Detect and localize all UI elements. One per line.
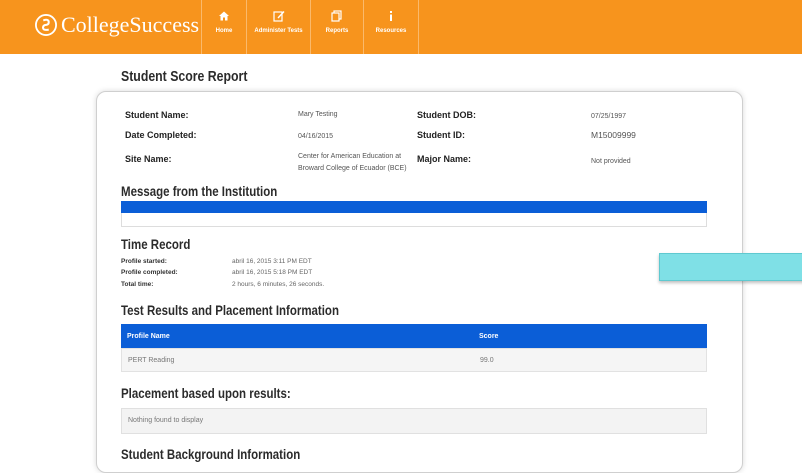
major-name-label: Major Name: xyxy=(417,154,472,164)
site-name-line1: Center for American Education at xyxy=(298,153,402,160)
nav-administer-tests-label: Administer Tests xyxy=(254,28,303,34)
profile-completed-label: Profile completed: xyxy=(121,269,178,276)
brand-logo[interactable]: CollegeSuccess xyxy=(35,12,199,38)
date-completed-label: Date Completed: xyxy=(125,130,197,140)
home-icon xyxy=(219,11,229,21)
site-name-label: Site Name: xyxy=(125,154,172,164)
nav-resources-label: Resources xyxy=(375,28,407,34)
row-score: 99.0 xyxy=(480,357,494,364)
total-time-value: 2 hours, 6 minutes, 26 seconds. xyxy=(232,281,325,288)
row-profile-name: PERT Reading xyxy=(128,357,175,364)
seal-icon xyxy=(35,14,57,36)
message-section-title: Message from the Institution xyxy=(121,183,278,199)
highlight-callout-box xyxy=(659,253,802,281)
nav-reports-label: Reports xyxy=(325,28,349,34)
student-name-value: Mary Testing xyxy=(298,111,338,118)
test-results-title: Test Results and Placement Information xyxy=(121,302,339,318)
student-id-value: M15009999 xyxy=(591,130,636,140)
message-content-box xyxy=(121,213,707,227)
results-header-row: Profile Name Score xyxy=(121,324,707,348)
major-name-value: Not provided xyxy=(591,158,631,165)
student-name-label: Student Name: xyxy=(125,110,189,120)
column-header-profile-name: Profile Name xyxy=(127,333,170,340)
site-name-line2: Broward College of Ecuador (BCE) xyxy=(298,165,407,172)
placement-title: Placement based upon results: xyxy=(121,385,291,401)
student-dob-value: 07/25/1997 xyxy=(591,113,627,120)
top-navigation-bar: CollegeSuccess Home Administer Tests Rep… xyxy=(0,0,802,54)
nav-home[interactable]: Home xyxy=(201,0,246,54)
total-time-label: Total time: xyxy=(121,281,154,288)
profile-started-label: Profile started: xyxy=(121,258,167,265)
profile-completed-value: abril 16, 2015 5:18 PM EDT xyxy=(232,269,313,276)
student-id-label: Student ID: xyxy=(417,130,465,140)
nav-resources[interactable]: Resources xyxy=(363,0,419,54)
placement-empty-text: Nothing found to display xyxy=(128,417,204,424)
date-completed-value: 04/16/2015 xyxy=(298,133,334,140)
column-header-score: Score xyxy=(479,333,499,340)
table-row[interactable]: PERT Reading 99.0 xyxy=(121,348,707,372)
student-dob-label: Student DOB: xyxy=(417,110,476,120)
profile-started-value: abril 16, 2015 3:11 PM EDT xyxy=(232,258,312,265)
page-title: Student Score Report xyxy=(121,68,248,85)
results-table: Profile Name Score PERT Reading 99.0 xyxy=(121,324,707,372)
brand-name: CollegeSuccess xyxy=(61,12,200,37)
nav-reports[interactable]: Reports xyxy=(310,0,363,54)
placement-results-box: Nothing found to display xyxy=(121,408,707,434)
info-icon xyxy=(390,11,392,21)
nav-home-label: Home xyxy=(215,28,233,34)
message-header-bar xyxy=(121,201,707,213)
background-info-title: Student Background Information xyxy=(121,446,301,462)
time-record-title: Time Record xyxy=(121,236,191,252)
nav-administer-tests[interactable]: Administer Tests xyxy=(246,0,310,54)
edit-icon xyxy=(272,11,285,22)
reports-icon xyxy=(331,10,342,22)
